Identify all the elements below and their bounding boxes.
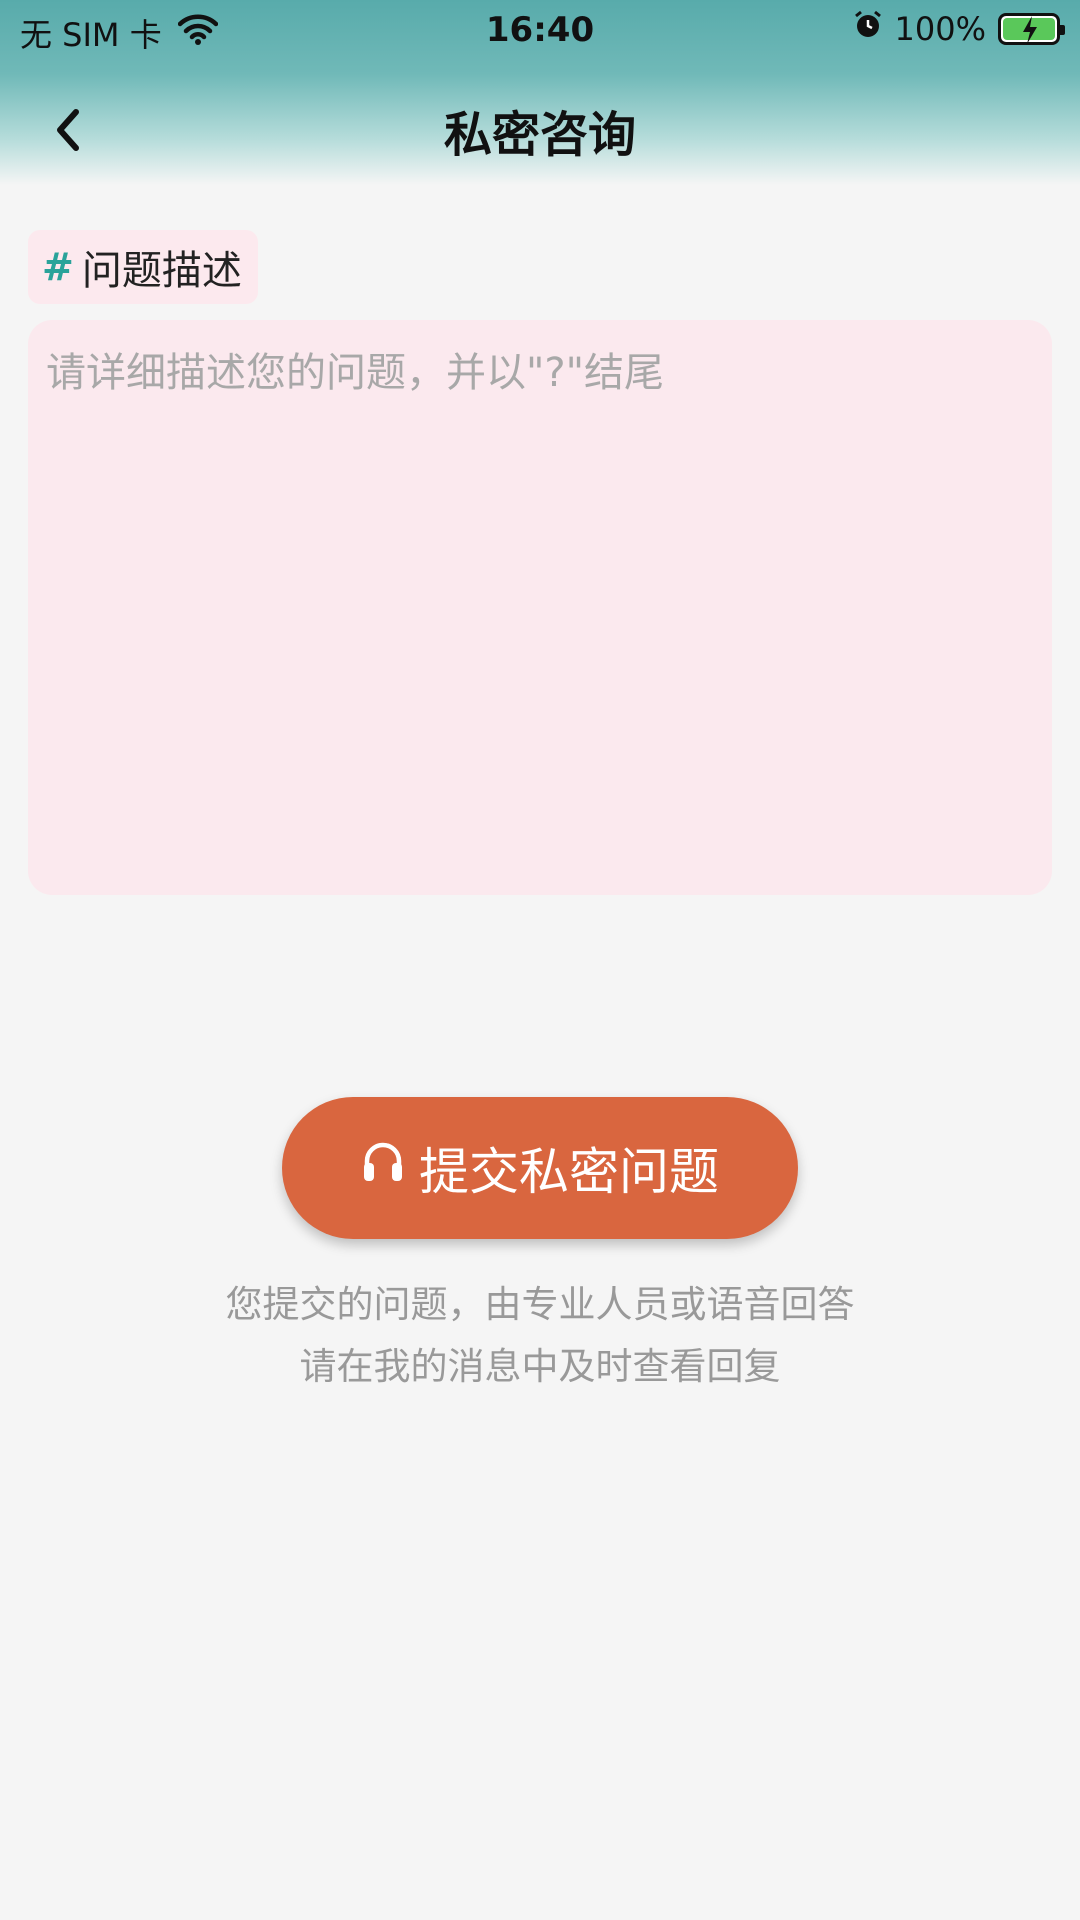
question-input[interactable] [28, 320, 1052, 895]
hash-symbol: # [42, 245, 74, 289]
hint-line-2: 请在我的消息中及时查看回复 [299, 1345, 781, 1388]
headset-icon [361, 1139, 405, 1197]
submit-button-label: 提交私密问题 [419, 1143, 719, 1201]
alarm-icon [853, 10, 883, 48]
section-tag-label: 问题描述 [81, 248, 242, 294]
status-bar: 无 SIM 卡 16:40 100% [0, 0, 1080, 60]
status-right: 100% [853, 10, 1065, 48]
submit-private-question-button[interactable]: 提交私密问题 [282, 1097, 798, 1239]
hint-line-1: 您提交的问题，由专业人员或语音回答 [225, 1283, 855, 1326]
battery-charging-icon [998, 13, 1065, 45]
battery-percent: 100% [894, 10, 986, 48]
page-title: 私密咨询 [443, 107, 636, 163]
section-tag: # 问题描述 [28, 230, 258, 304]
